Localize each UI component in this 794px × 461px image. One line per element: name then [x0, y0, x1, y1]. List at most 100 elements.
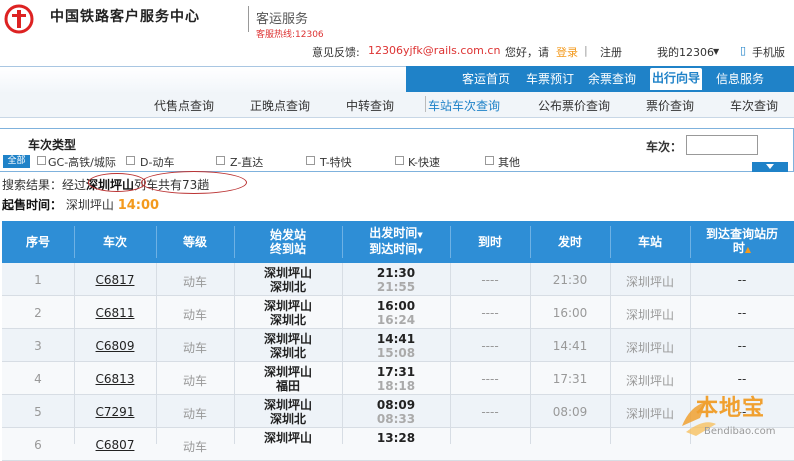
th-history[interactable]: 到达查询站历 时▲	[690, 221, 794, 263]
mobile-link[interactable]: 手机版	[752, 44, 785, 60]
train-number-link[interactable]: C6809	[74, 339, 156, 353]
cell-arr-time: 08:33	[376, 412, 416, 426]
cell-to-station: 深圳北	[269, 313, 306, 327]
brand-divider	[248, 6, 249, 32]
cell-dep-time: 14:41	[376, 332, 416, 346]
mobile-icon[interactable]: ▯	[740, 44, 746, 57]
highlight-oval-count	[141, 171, 247, 194]
login-link[interactable]: 登录	[556, 44, 578, 60]
cell-arr-time: 21:55	[376, 280, 416, 294]
collapse-filter-button[interactable]	[752, 162, 788, 172]
cell-stations: 深圳坪山 深圳北	[234, 266, 342, 294]
checkbox-t-label: T-特快	[320, 156, 352, 169]
sale-time-line: 起售时间： 深圳坪山 14:00	[2, 196, 159, 213]
th-dep-arr[interactable]: 出发时间▼ 到达时间▼	[342, 221, 450, 263]
cell-grade: 动车	[182, 275, 207, 289]
subnav-delay-query[interactable]: 正晚点查询	[250, 97, 310, 114]
cell-stations: 深圳坪山 福田	[234, 365, 342, 393]
cell-no: 5	[34, 405, 42, 419]
register-link[interactable]: 注册	[600, 44, 622, 60]
th-grade-label: 等级	[182, 235, 207, 249]
checkbox-z[interactable]	[216, 156, 225, 165]
cell-from-station: 深圳坪山	[263, 266, 312, 280]
cell-station: 深圳坪山	[625, 275, 674, 289]
tab-travel-guide[interactable]: 出行向导	[650, 68, 703, 90]
th-grade: 等级	[156, 221, 234, 263]
th-no: 序号	[2, 221, 74, 263]
subnav-public-fare-query[interactable]: 公布票价查询	[538, 97, 610, 114]
checkbox-z-label: Z-直达	[230, 156, 264, 169]
cell-dep-time: 17:31	[376, 365, 416, 379]
train-number-link[interactable]: C7291	[74, 405, 156, 419]
checkbox-d[interactable]	[126, 156, 135, 165]
feedback-email-link[interactable]: 12306yjfk@rails.com.cn	[368, 44, 500, 57]
cell-hist: --	[737, 306, 747, 320]
cell-dep-time: 16:00	[376, 299, 416, 313]
subnav-agent-query[interactable]: 代售点查询	[154, 97, 214, 114]
cell-no: 1	[34, 273, 42, 287]
cell-from-station: 深圳坪山	[263, 431, 312, 445]
train-number-link[interactable]: C6811	[74, 306, 156, 320]
subnav-transfer-query[interactable]: 中转查询	[346, 97, 394, 114]
th-station-label: 车站	[637, 235, 662, 249]
all-types-button[interactable]: 全部	[3, 155, 30, 168]
cell-from-station: 深圳坪山	[263, 398, 312, 412]
brand-title: 中国铁路客户服务中心	[50, 9, 200, 25]
cell-depart: 14:41	[552, 339, 588, 353]
train-type-title: 车次类型	[28, 138, 77, 152]
th-from-to: 始发站 终到站	[234, 221, 342, 263]
cell-hist: --	[737, 372, 747, 386]
highlight-oval-station	[88, 173, 146, 192]
cell-grade: 动车	[182, 308, 207, 322]
col-divider	[234, 263, 235, 444]
cell-arr-time: 16:24	[376, 313, 416, 327]
cell-stations: 深圳坪山 深圳北	[234, 299, 342, 327]
tab-ticket-query[interactable]: 余票查询	[588, 70, 636, 90]
cell-depart: 17:31	[552, 372, 588, 386]
chevron-down-icon[interactable]: ▼	[713, 47, 719, 56]
cell-arrive: ----	[481, 405, 499, 419]
sale-time-value: 14:00	[117, 198, 160, 213]
cell-station: 深圳坪山	[625, 341, 674, 355]
cell-to-station: 深圳北	[269, 280, 306, 294]
my12306-menu[interactable]: 我的12306	[657, 44, 714, 60]
cell-arrive: ----	[481, 273, 499, 287]
cell-no: 6	[34, 438, 42, 452]
cell-times: 16:00 16:24	[342, 299, 450, 327]
checkbox-gc[interactable]	[37, 156, 46, 165]
cell-to-station: 深圳北	[269, 412, 306, 426]
th-to-label: 终到站	[269, 242, 306, 256]
cell-depart: 08:09	[552, 405, 588, 419]
cell-depart: 16:00	[552, 306, 588, 320]
sort-up-icon: ▲	[744, 245, 752, 254]
tab-booking[interactable]: 车票预订	[526, 70, 574, 90]
subnav-station-train-query[interactable]: 车站车次查询	[428, 97, 500, 114]
train-number-link[interactable]: C6813	[74, 372, 156, 386]
sort-down-icon: ▼	[417, 231, 423, 239]
checkbox-k[interactable]	[395, 156, 404, 165]
tab-home[interactable]: 客运首页	[462, 70, 510, 90]
train-number-link[interactable]: C6807	[74, 438, 156, 452]
cell-depart: 21:30	[552, 273, 588, 287]
subnav-fare-query[interactable]: 票价查询	[646, 97, 694, 114]
col-divider	[450, 263, 451, 444]
cell-hist: --	[737, 339, 747, 353]
checkbox-other[interactable]	[485, 156, 494, 165]
cell-arr-time: 18:18	[376, 379, 416, 393]
cell-from-station: 深圳坪山	[263, 365, 312, 379]
th-depart-label: 发时	[557, 235, 582, 249]
th-dep-sort[interactable]: 出发时间▼	[369, 226, 422, 242]
tab-info-service[interactable]: 信息服务	[716, 70, 764, 90]
watermark-sub: Bendibao.com	[704, 426, 776, 437]
cell-no: 3	[34, 339, 42, 353]
result-prefix: 搜索结果：经过	[2, 178, 87, 192]
th-arr-sort[interactable]: 到达时间▼	[369, 242, 422, 258]
brand-subtitle: 客运服务	[256, 12, 309, 27]
cell-arrive: ----	[481, 372, 499, 386]
train-number-link[interactable]: C6817	[74, 273, 156, 287]
train-number-input[interactable]	[686, 135, 758, 155]
checkbox-t[interactable]	[306, 156, 315, 165]
cell-grade: 动车	[182, 374, 207, 388]
cell-dep-time: 13:28	[376, 431, 416, 445]
subnav-train-query[interactable]: 车次查询	[730, 97, 778, 114]
